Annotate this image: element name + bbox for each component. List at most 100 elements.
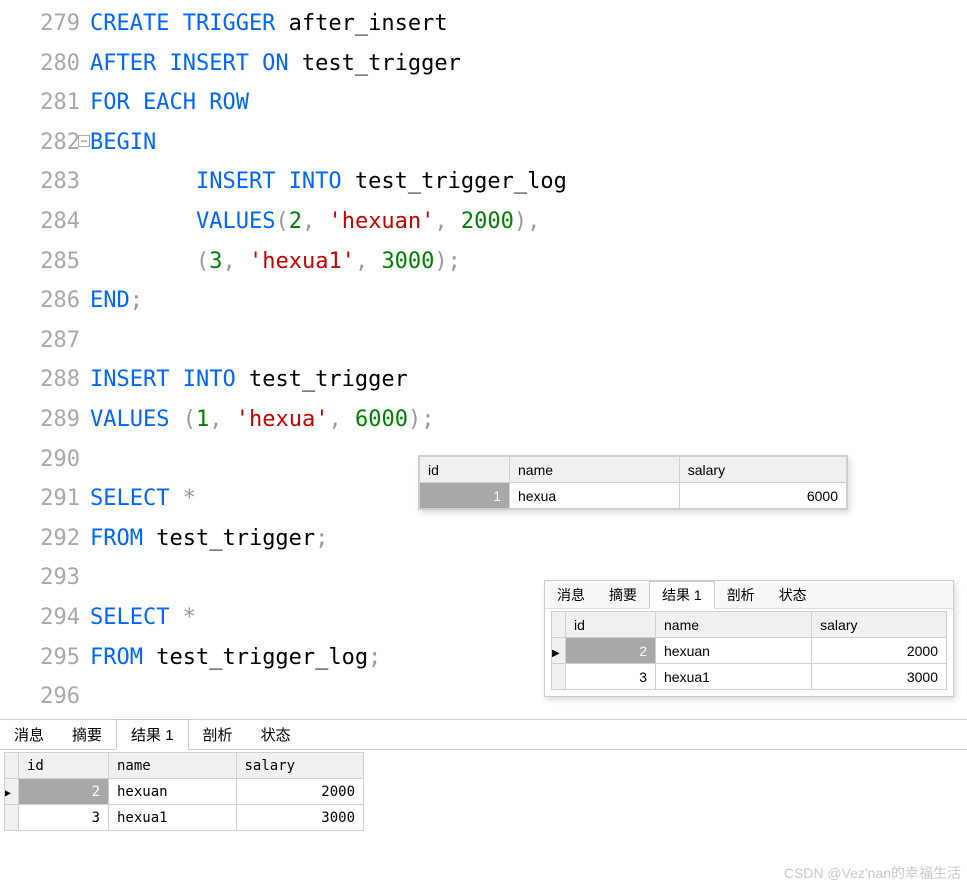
result-tab[interactable]: 摘要 — [597, 582, 649, 608]
token-ident: test_trigger — [289, 51, 461, 76]
token-string: 'hexua1' — [249, 249, 355, 274]
result-popup-2-tabs[interactable]: 消息摘要结果 1剖析状态 — [545, 581, 953, 609]
cell-id[interactable]: 2 — [19, 779, 109, 805]
result-tab[interactable]: 消息 — [545, 582, 597, 608]
code-line[interactable]: FROM test_trigger; — [90, 519, 967, 559]
line-number: 292 — [0, 519, 80, 559]
code-line[interactable] — [90, 321, 967, 361]
token-ident: test_trigger — [143, 526, 315, 551]
bottom-tab[interactable]: 消息 — [0, 720, 58, 749]
code-line[interactable]: INSERT INTO test_trigger — [90, 360, 967, 400]
bottom-tab[interactable]: 摘要 — [58, 720, 116, 749]
line-number: 295 — [0, 638, 80, 678]
code-line[interactable]: CREATE TRIGGER after_insert — [90, 4, 967, 44]
column-header[interactable]: name — [109, 753, 237, 779]
result-tab[interactable]: 剖析 — [715, 582, 767, 608]
line-number: 280 — [0, 44, 80, 84]
code-line[interactable]: AFTER INSERT ON test_trigger — [90, 44, 967, 84]
column-header[interactable]: name — [510, 457, 680, 483]
token-num: 2000 — [461, 209, 514, 234]
token-kw: CREATE TRIGGER — [90, 11, 275, 36]
token-punct: ; — [368, 645, 381, 670]
cell-id[interactable]: 3 — [19, 805, 109, 831]
column-header[interactable]: name — [656, 612, 812, 638]
token-punct: ), — [514, 209, 541, 234]
token-punct: ( — [275, 209, 288, 234]
token-num: 3 — [209, 249, 222, 274]
token-ident: test_trigger — [236, 367, 408, 392]
bottom-tab[interactable]: 状态 — [247, 720, 305, 749]
column-header[interactable]: id — [19, 753, 109, 779]
line-number: 288 — [0, 360, 80, 400]
line-number: 287 — [0, 321, 80, 361]
result-tab[interactable]: 结果 1 — [649, 581, 715, 609]
line-number: 294 — [0, 598, 80, 638]
cell-name[interactable]: hexua1 — [109, 805, 237, 831]
line-number: 282 — [0, 123, 80, 163]
token-punct: * — [169, 486, 196, 511]
code-line[interactable]: VALUES (1, 'hexua', 6000); — [90, 400, 967, 440]
cell-salary[interactable]: 3000 — [236, 805, 364, 831]
row-marker-icon — [552, 638, 566, 664]
cell-name[interactable]: hexuan — [109, 779, 237, 805]
token-punct: ( — [169, 407, 196, 432]
cell-salary[interactable]: 2000 — [236, 779, 364, 805]
cell-name[interactable]: hexua — [510, 483, 680, 509]
token-string: 'hexua' — [236, 407, 329, 432]
token-punct: , — [302, 209, 329, 234]
column-header[interactable]: id — [566, 612, 656, 638]
token-kw: SELECT — [90, 605, 169, 630]
cell-id[interactable]: 1 — [420, 483, 510, 509]
token-punct: , — [355, 249, 382, 274]
row-marker-icon — [552, 664, 566, 690]
code-line[interactable]: VALUES(2, 'hexuan', 2000), — [90, 202, 967, 242]
cell-salary[interactable]: 2000 — [812, 638, 947, 664]
token-punct: ) — [434, 249, 447, 274]
column-header[interactable]: id — [420, 457, 510, 483]
token-punct: ) — [408, 407, 421, 432]
result-popup-1: idnamesalary1hexua6000 — [418, 455, 848, 510]
line-number: 290 — [0, 440, 80, 480]
table-row[interactable]: 2hexuan2000 — [552, 638, 947, 664]
line-number: 281 — [0, 83, 80, 123]
column-header[interactable]: salary — [812, 612, 947, 638]
token-punct: ; — [421, 407, 434, 432]
token-num: 2 — [289, 209, 302, 234]
line-number: 285 — [0, 242, 80, 282]
cell-id[interactable]: 3 — [566, 664, 656, 690]
table-row[interactable]: 3hexua13000 — [552, 664, 947, 690]
column-header[interactable]: salary — [679, 457, 846, 483]
code-editor[interactable]: 2792802812822832842852862872882892902912… — [0, 0, 967, 720]
cell-name[interactable]: hexua1 — [656, 664, 812, 690]
cell-salary[interactable]: 6000 — [679, 483, 846, 509]
bottom-tab[interactable]: 结果 1 — [116, 719, 189, 750]
table-row[interactable]: 1hexua6000 — [420, 483, 847, 509]
token-kw: BEGIN — [90, 130, 156, 155]
fold-marker-icon[interactable]: − — [78, 135, 90, 147]
line-number: 283 — [0, 162, 80, 202]
token-kw: INSERT INTO — [90, 367, 236, 392]
line-number-gutter: 2792802812822832842852862872882892902912… — [0, 0, 90, 719]
bottom-tabs[interactable]: 消息摘要结果 1剖析状态 — [0, 720, 967, 750]
column-header[interactable]: salary — [236, 753, 364, 779]
bottom-tab[interactable]: 剖析 — [189, 720, 247, 749]
token-kw: FROM — [90, 645, 143, 670]
result-grid-1: idnamesalary1hexua6000 — [419, 456, 847, 509]
cell-salary[interactable]: 3000 — [812, 664, 947, 690]
table-row[interactable]: 2hexuan2000 — [5, 779, 364, 805]
result-tab[interactable]: 状态 — [767, 582, 819, 608]
table-row[interactable]: 3hexua13000 — [5, 805, 364, 831]
token-num: 1 — [196, 407, 209, 432]
code-line[interactable]: END; — [90, 281, 967, 321]
code-line[interactable]: FOR EACH ROW — [90, 83, 967, 123]
cell-id[interactable]: 2 — [566, 638, 656, 664]
row-marker-header — [552, 612, 566, 638]
token-indent — [90, 249, 196, 274]
code-line[interactable]: INSERT INTO test_trigger_log — [90, 162, 967, 202]
token-num: 3000 — [381, 249, 434, 274]
code-line[interactable]: −BEGIN — [90, 123, 967, 163]
cell-name[interactable]: hexuan — [656, 638, 812, 664]
code-line[interactable]: (3, 'hexua1', 3000); — [90, 242, 967, 282]
token-kw: END — [90, 288, 130, 313]
row-marker-icon — [5, 805, 19, 831]
